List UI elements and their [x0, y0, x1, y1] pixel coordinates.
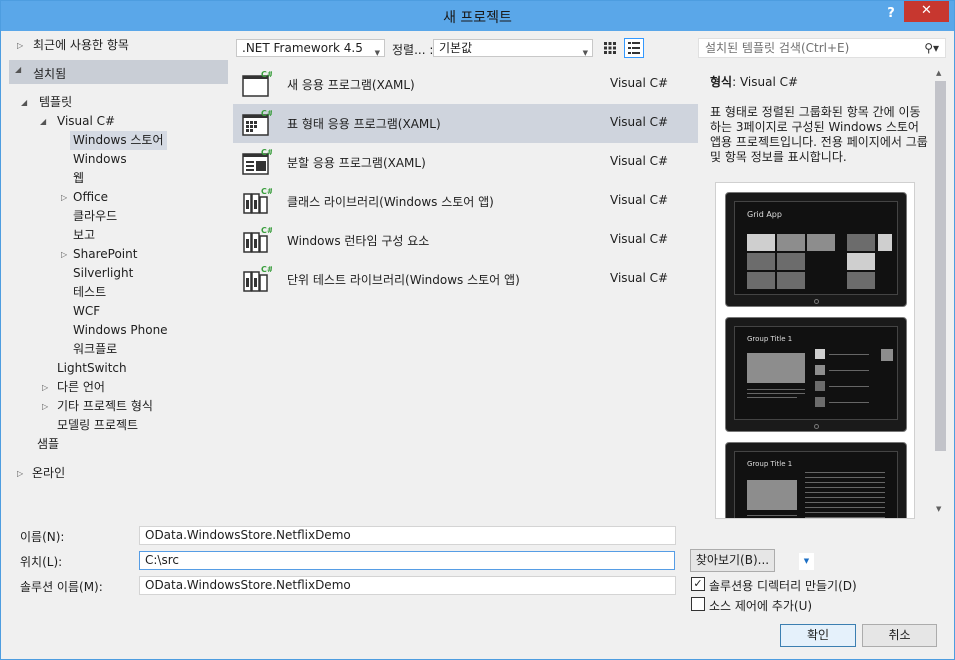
svg-text:C#: C# [261, 148, 272, 157]
expand-arrow-icon[interactable]: ▷ [42, 397, 48, 416]
close-button[interactable]: ✕ [904, 1, 949, 22]
tree-samples[interactable]: 샘플 [37, 435, 59, 454]
tree-item-test[interactable]: 테스트 [73, 283, 106, 302]
tree-item-cloud[interactable]: 클라우드 [73, 207, 117, 226]
preview-tablet-3: Group Title 1 [725, 442, 907, 518]
expand-arrow-icon[interactable]: ▷ [42, 378, 48, 397]
framework-select[interactable]: .NET Framework 4.5 ▼ [236, 39, 385, 57]
description-text: 표 형태로 정렬된 그룹화된 항목 간에 이동하는 3페이지로 구성된 Wind… [710, 105, 928, 164]
collapse-arrow-icon[interactable]: ◢ [21, 93, 27, 112]
project-name-field[interactable]: OData.WindowsStore.NetflixDemo [139, 526, 676, 545]
preview-tablet-1: Grid App [725, 192, 907, 307]
new-project-dialog: 새 프로젝트 ? ✕ ▷ 최근에 사용한 항목 ◢ 설치됨 ◢ 템플릿 ◢ Vi… [0, 0, 955, 660]
chevron-down-icon: ▼ [374, 49, 380, 57]
template-pane: .NET Framework 4.5 ▼ 정렬... : 기본값 ▼ C 새 응… [233, 31, 698, 519]
tree-modeling-projects[interactable]: 모델링 프로젝트 [57, 416, 138, 435]
split-app-icon: C# [242, 148, 272, 175]
grid-view-icon [604, 42, 616, 54]
tree-item-office[interactable]: ▷ Office [61, 188, 108, 207]
cancel-button[interactable]: 취소 [862, 624, 937, 647]
template-tree: ▷ 최근에 사용한 항목 ◢ 설치됨 ◢ 템플릿 ◢ Visual C# Win… [1, 31, 233, 519]
tree-recent[interactable]: ▷ 최근에 사용한 항목 [17, 36, 129, 55]
collapse-arrow-icon[interactable]: ◢ [15, 65, 21, 74]
template-toolbar: .NET Framework 4.5 ▼ 정렬... : 기본값 ▼ [233, 31, 698, 65]
medium-icons-view-button[interactable] [600, 38, 620, 58]
tree-item-web[interactable]: 웹 [73, 169, 84, 188]
tree-item-silverlight[interactable]: Silverlight [73, 264, 133, 283]
expand-arrow-icon[interactable]: ▷ [17, 464, 23, 483]
template-list: C# 새 응용 프로그램(XAML) Visual C# C# 표 형태 응용 … [233, 65, 698, 519]
project-form: 이름(N): OData.WindowsStore.NetflixDemo 위치… [1, 519, 954, 659]
location-label: 위치(L): [20, 555, 63, 569]
tree-other-project-types[interactable]: ▷ 기타 프로젝트 형식 [42, 397, 153, 416]
tree-other-languages[interactable]: ▷ 다른 언어 [42, 378, 105, 397]
search-icon[interactable]: ⚲▾ [924, 39, 939, 57]
blank-app-icon: C# [242, 70, 272, 97]
chevron-down-icon[interactable]: ▼ [799, 553, 814, 570]
svg-text:C#: C# [261, 109, 272, 118]
svg-text:C#: C# [261, 187, 272, 196]
tree-visual-cs[interactable]: ◢ Visual C# [40, 112, 115, 131]
tree-item-windows-store[interactable]: Windows 스토어 [70, 131, 167, 150]
search-input[interactable]: 설치된 템플릿 검색(Ctrl+E) ⚲▾ [698, 38, 946, 58]
type-line: 형식: Visual C# [710, 75, 799, 89]
expand-arrow-icon[interactable]: ▷ [61, 188, 67, 207]
details-scrollbar[interactable]: ▲ ▼ [933, 67, 948, 519]
list-view-icon [628, 42, 640, 54]
preview-tablet-2: Group Title 1 [725, 317, 907, 432]
tree-online[interactable]: ▷ 온라인 [17, 464, 65, 483]
svg-text:C#: C# [261, 226, 272, 235]
chevron-down-icon: ▼ [582, 49, 588, 57]
sort-select[interactable]: 기본값 ▼ [433, 39, 593, 57]
title-bar: 새 프로젝트 ? ✕ [1, 1, 954, 31]
template-row-grid-app[interactable]: C# 표 형태 응용 프로그램(XAML) Visual C# [233, 104, 698, 143]
svg-text:C#: C# [261, 70, 272, 79]
tree-lightswitch[interactable]: LightSwitch [57, 359, 127, 378]
tree-item-workflow[interactable]: 워크플로 [73, 340, 117, 359]
tree-item-windows[interactable]: Windows [73, 150, 127, 169]
sort-label: 정렬... : [392, 43, 434, 57]
solution-name-label: 솔루션 이름(M): [20, 580, 103, 594]
browse-button[interactable]: 찾아보기(B)... [690, 549, 775, 572]
name-label: 이름(N): [20, 530, 65, 544]
scrollbar-thumb[interactable] [935, 81, 946, 451]
grid-app-icon: C# [242, 109, 272, 136]
expand-arrow-icon[interactable]: ▷ [17, 36, 23, 55]
location-field[interactable]: C:\src ▼ [139, 551, 814, 570]
tree-item-sharepoint[interactable]: ▷ SharePoint [61, 245, 137, 264]
tree-item-windows-phone[interactable]: Windows Phone [73, 321, 168, 340]
ok-button[interactable]: 확인 [780, 624, 856, 647]
class-library-icon: C# [243, 187, 272, 214]
expand-arrow-icon[interactable]: ▷ [61, 245, 67, 264]
tree-templates[interactable]: ◢ 템플릿 [21, 93, 72, 112]
template-row-blank-app[interactable]: C# 새 응용 프로그램(XAML) Visual C# [233, 65, 698, 104]
template-preview-images: Grid App Group Title 1 Group Title 1 [715, 182, 915, 519]
dialog-title: 새 프로젝트 [443, 10, 512, 26]
template-row-split-app[interactable]: C# 분할 응용 프로그램(XAML) Visual C# [233, 143, 698, 182]
tree-installed[interactable]: ◢ 설치됨 [9, 60, 228, 84]
template-row-unit-test-library[interactable]: C# 단위 테스트 라이브러리(Windows 스토어 앱) Visual C# [233, 260, 698, 299]
add-source-control-checkbox[interactable] [691, 597, 705, 611]
runtime-component-icon: C# [243, 226, 272, 253]
small-icons-view-button[interactable] [624, 38, 644, 58]
create-directory-label: 솔루션용 디렉터리 만들기(D) [709, 579, 857, 593]
help-button[interactable]: ? [881, 4, 901, 24]
template-row-class-library[interactable]: C# 클래스 라이브러리(Windows 스토어 앱) Visual C# [233, 182, 698, 221]
collapse-arrow-icon[interactable]: ◢ [40, 112, 46, 131]
create-directory-checkbox[interactable]: ✓ [691, 577, 705, 591]
unit-test-library-icon: C# [243, 265, 272, 292]
scroll-up-icon[interactable]: ▲ [936, 69, 941, 77]
solution-name-field[interactable]: OData.WindowsStore.NetflixDemo [139, 576, 676, 595]
add-source-control-label: 소스 제어에 추가(U) [709, 599, 813, 613]
scroll-down-icon[interactable]: ▼ [936, 505, 941, 513]
template-row-runtime-component[interactable]: C# Windows 런타임 구성 요소 Visual C# [233, 221, 698, 260]
tree-item-wcf[interactable]: WCF [73, 302, 100, 321]
svg-text:C#: C# [261, 265, 272, 274]
tree-item-report[interactable]: 보고 [73, 226, 95, 245]
